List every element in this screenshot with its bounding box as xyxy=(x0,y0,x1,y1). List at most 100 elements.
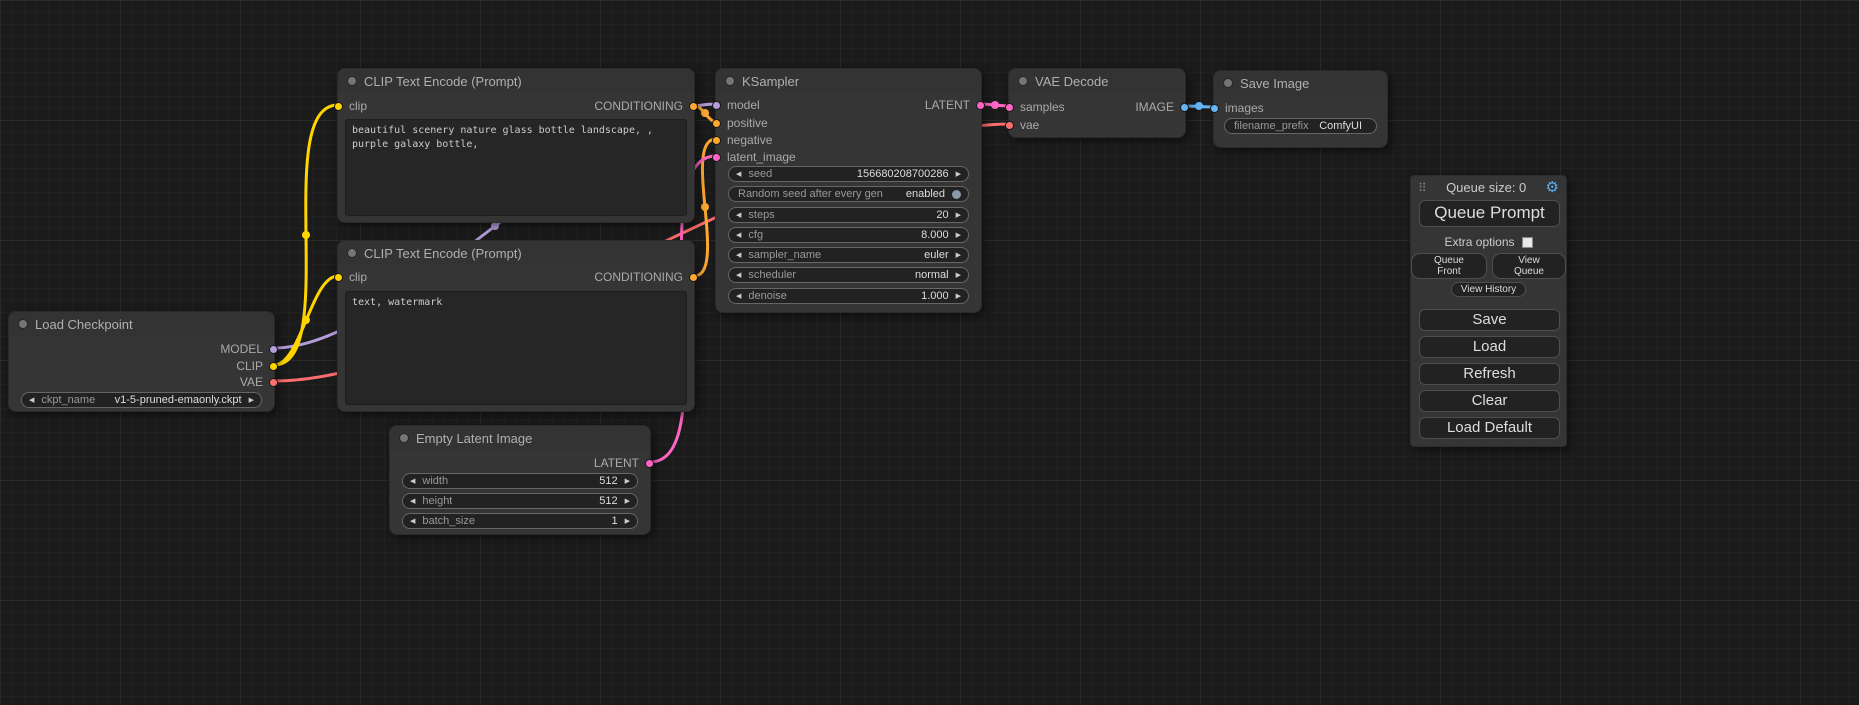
increment-arrow-icon[interactable]: ▶ xyxy=(625,518,630,525)
increment-arrow-icon[interactable]: ▶ xyxy=(625,478,630,485)
input-slot-latent-image[interactable]: latent_image xyxy=(712,149,796,165)
output-slot-vae[interactable]: VAE xyxy=(240,374,278,390)
collapse-dot-icon[interactable] xyxy=(347,248,357,258)
node-title-bar[interactable]: CLIP Text Encode (Prompt) xyxy=(338,69,694,93)
input-slot-negative[interactable]: negative xyxy=(712,132,772,148)
widget-scheduler[interactable]: ◀ scheduler normal ▶ xyxy=(728,267,969,283)
decrement-arrow-icon[interactable]: ◀ xyxy=(410,498,415,505)
toggle-knob-icon[interactable] xyxy=(952,190,961,199)
slot-dot-conditioning[interactable] xyxy=(712,136,721,145)
decrement-arrow-icon[interactable]: ◀ xyxy=(736,293,741,300)
graph-canvas[interactable]: Load Checkpoint MODEL CLIP VAE ◀ ckpt_na… xyxy=(0,0,1859,705)
collapse-dot-icon[interactable] xyxy=(18,319,28,329)
prev-value-arrow-icon[interactable]: ◀ xyxy=(29,397,34,404)
slot-dot-image[interactable] xyxy=(1210,104,1219,113)
node-clip-text-encode-positive[interactable]: CLIP Text Encode (Prompt) clip CONDITION… xyxy=(337,68,695,223)
collapse-dot-icon[interactable] xyxy=(347,76,357,86)
increment-arrow-icon[interactable]: ▶ xyxy=(956,293,961,300)
input-slot-model[interactable]: model xyxy=(712,97,760,113)
widget-height[interactable]: ◀ height 512 ▶ xyxy=(402,493,638,509)
widget-steps[interactable]: ◀ steps 20 ▶ xyxy=(728,207,969,223)
refresh-button[interactable]: Refresh xyxy=(1419,363,1560,385)
widget-denoise[interactable]: ◀ denoise 1.000 ▶ xyxy=(728,288,969,304)
decrement-arrow-icon[interactable]: ◀ xyxy=(410,478,415,485)
next-value-arrow-icon[interactable]: ▶ xyxy=(956,252,961,259)
slot-dot-image[interactable] xyxy=(1180,103,1189,112)
widget-cfg[interactable]: ◀ cfg 8.000 ▶ xyxy=(728,227,969,243)
widget-seed[interactable]: ◀ seed 156680208700286 ▶ xyxy=(728,166,969,182)
drag-handle-icon[interactable]: ⠿ xyxy=(1418,181,1427,195)
node-empty-latent-image[interactable]: Empty Latent Image LATENT ◀ width 512 ▶ … xyxy=(389,425,651,535)
output-slot-latent[interactable]: LATENT xyxy=(594,455,654,471)
queue-front-button[interactable]: Queue Front xyxy=(1411,253,1487,279)
prev-value-arrow-icon[interactable]: ◀ xyxy=(736,252,741,259)
decrement-arrow-icon[interactable]: ◀ xyxy=(410,518,415,525)
prev-value-arrow-icon[interactable]: ◀ xyxy=(736,272,741,279)
slot-dot-latent[interactable] xyxy=(976,101,985,110)
node-vae-decode[interactable]: VAE Decode samples vae IMAGE xyxy=(1008,68,1186,138)
increment-arrow-icon[interactable]: ▶ xyxy=(625,498,630,505)
prompt-textarea[interactable]: beautiful scenery nature glass bottle la… xyxy=(345,119,687,216)
decrement-arrow-icon[interactable]: ◀ xyxy=(736,171,741,178)
increment-arrow-icon[interactable]: ▶ xyxy=(956,171,961,178)
node-save-image[interactable]: Save Image images filename_prefix ComfyU… xyxy=(1213,70,1388,148)
decrement-arrow-icon[interactable]: ◀ xyxy=(736,212,741,219)
slot-dot-clip[interactable] xyxy=(334,102,343,111)
load-default-button[interactable]: Load Default xyxy=(1419,417,1560,439)
collapse-dot-icon[interactable] xyxy=(725,76,735,86)
input-slot-clip[interactable]: clip xyxy=(334,269,367,285)
view-queue-button[interactable]: View Queue xyxy=(1492,253,1566,279)
save-button[interactable]: Save xyxy=(1419,309,1560,331)
load-button[interactable]: Load xyxy=(1419,336,1560,358)
increment-arrow-icon[interactable]: ▶ xyxy=(956,232,961,239)
widget-batch-size[interactable]: ◀ batch_size 1 ▶ xyxy=(402,513,638,529)
slot-dot-vae[interactable] xyxy=(1005,121,1014,130)
node-ksampler[interactable]: KSampler model positive negative latent_… xyxy=(715,68,982,313)
clear-button[interactable]: Clear xyxy=(1419,390,1560,412)
node-title-bar[interactable]: KSampler xyxy=(716,69,981,93)
input-slot-samples[interactable]: samples xyxy=(1005,99,1065,115)
input-slot-clip[interactable]: clip xyxy=(334,98,367,114)
widget-ckpt-name[interactable]: ◀ ckpt_name v1-5-pruned-emaonly.ckpt ▶ xyxy=(21,392,262,408)
node-title-bar[interactable]: Empty Latent Image xyxy=(390,426,650,450)
node-title-bar[interactable]: Save Image xyxy=(1214,71,1387,95)
input-slot-vae[interactable]: vae xyxy=(1005,117,1039,133)
extra-options-checkbox[interactable] xyxy=(1522,237,1533,248)
widget-random-seed-toggle[interactable]: Random seed after every gen enabled xyxy=(728,186,969,202)
slot-dot-conditioning[interactable] xyxy=(689,273,698,282)
node-load-checkpoint[interactable]: Load Checkpoint MODEL CLIP VAE ◀ ckpt_na… xyxy=(8,311,275,412)
node-title-bar[interactable]: CLIP Text Encode (Prompt) xyxy=(338,241,694,265)
output-slot-conditioning[interactable]: CONDITIONING xyxy=(594,98,698,114)
input-slot-images[interactable]: images xyxy=(1210,100,1264,116)
increment-arrow-icon[interactable]: ▶ xyxy=(956,212,961,219)
decrement-arrow-icon[interactable]: ◀ xyxy=(736,232,741,239)
view-history-button[interactable]: View History xyxy=(1451,282,1526,297)
slot-dot-latent[interactable] xyxy=(712,153,721,162)
output-slot-model[interactable]: MODEL xyxy=(220,341,278,357)
slot-dot-clip[interactable] xyxy=(334,273,343,282)
widget-width[interactable]: ◀ width 512 ▶ xyxy=(402,473,638,489)
collapse-dot-icon[interactable] xyxy=(399,433,409,443)
slot-dot-conditioning[interactable] xyxy=(712,119,721,128)
slot-dot-model[interactable] xyxy=(269,345,278,354)
collapse-dot-icon[interactable] xyxy=(1018,76,1028,86)
collapse-dot-icon[interactable] xyxy=(1223,78,1233,88)
node-title-bar[interactable]: Load Checkpoint xyxy=(9,312,274,336)
prompt-textarea[interactable]: text, watermark xyxy=(345,291,687,405)
queue-prompt-button[interactable]: Queue Prompt xyxy=(1419,200,1560,227)
slot-dot-latent[interactable] xyxy=(645,459,654,468)
widget-sampler-name[interactable]: ◀ sampler_name euler ▶ xyxy=(728,247,969,263)
output-slot-image[interactable]: IMAGE xyxy=(1135,99,1189,115)
node-clip-text-encode-negative[interactable]: CLIP Text Encode (Prompt) clip CONDITION… xyxy=(337,240,695,412)
settings-gear-icon[interactable]: ⚙ xyxy=(1546,180,1559,195)
output-slot-clip[interactable]: CLIP xyxy=(236,358,278,374)
node-title-bar[interactable]: VAE Decode xyxy=(1009,69,1185,93)
slot-dot-model[interactable] xyxy=(712,101,721,110)
input-slot-positive[interactable]: positive xyxy=(712,115,768,131)
next-value-arrow-icon[interactable]: ▶ xyxy=(956,272,961,279)
next-value-arrow-icon[interactable]: ▶ xyxy=(249,397,254,404)
slot-dot-vae[interactable] xyxy=(269,378,278,387)
output-slot-latent[interactable]: LATENT xyxy=(925,97,985,113)
widget-filename-prefix[interactable]: filename_prefix ComfyUI xyxy=(1224,118,1377,134)
slot-dot-latent[interactable] xyxy=(1005,103,1014,112)
